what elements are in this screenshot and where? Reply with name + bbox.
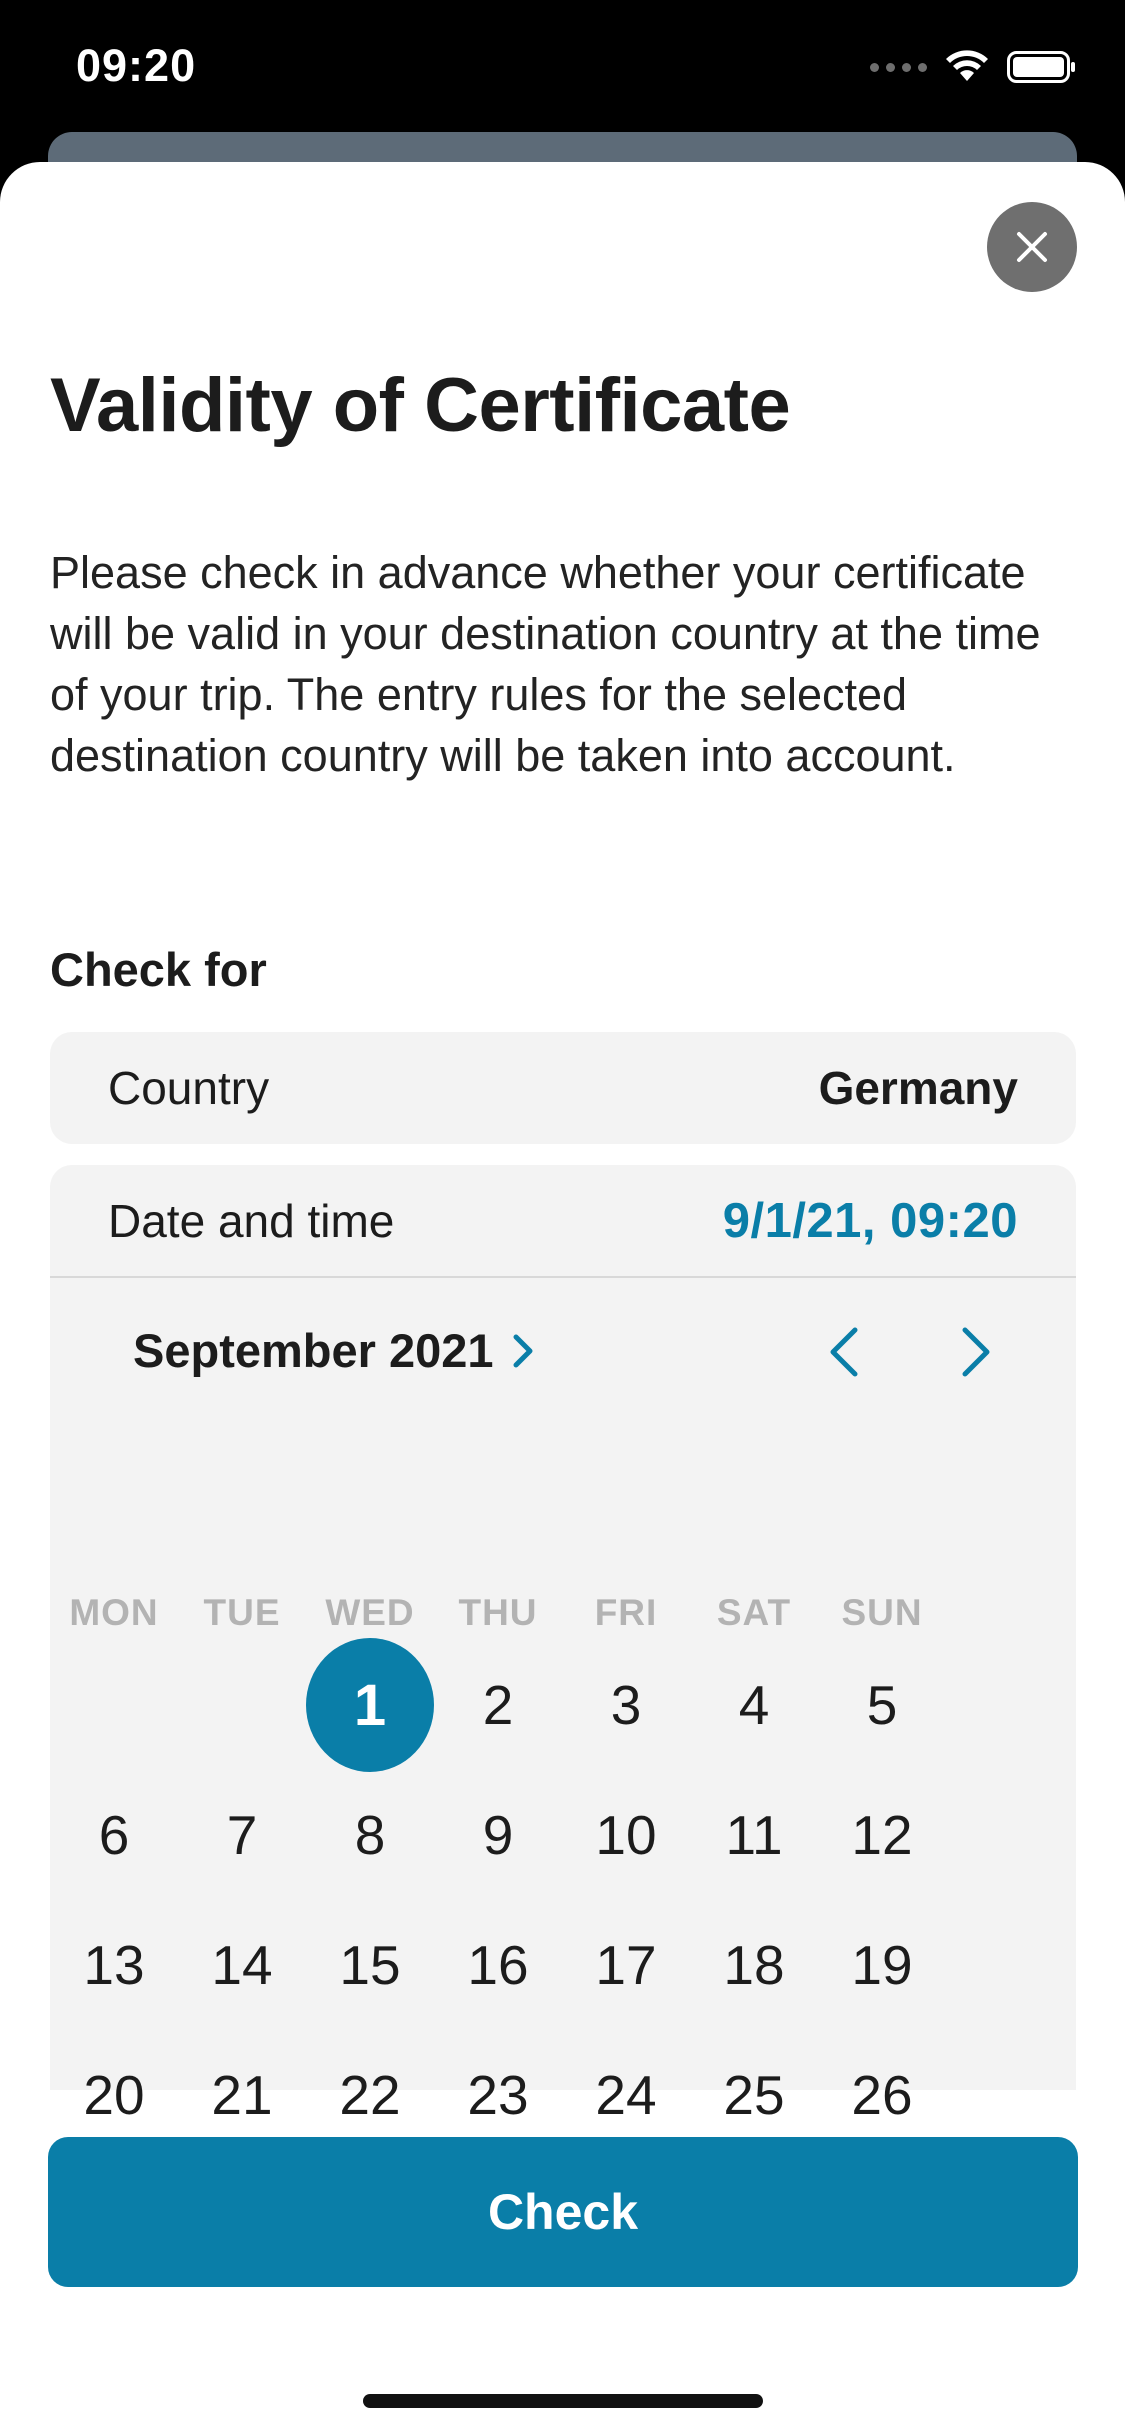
calendar-day[interactable]: 7 (178, 1770, 306, 1900)
calendar-day[interactable]: 12 (818, 1770, 946, 1900)
calendar-day-number: 12 (851, 1804, 913, 1866)
calendar-day-number: 9 (482, 1804, 514, 1866)
screen: 09:20 Validity of Certificate Please che… (0, 0, 1125, 2436)
status-bar: 09:20 (0, 0, 1125, 140)
month-title: September 2021 (133, 1324, 494, 1377)
section-label-check-for: Check for (50, 943, 267, 996)
calendar-day[interactable]: 4 (690, 1640, 818, 1770)
chevron-right-icon (513, 1334, 533, 1367)
calendar-day[interactable]: 13 (50, 1900, 178, 2030)
month-year-picker[interactable]: September 2021 (133, 1323, 534, 1378)
empty-day-cell (178, 1640, 306, 1770)
description-text: Please check in advance whether your cer… (50, 547, 1041, 781)
calendar-day-number: 22 (339, 2064, 401, 2126)
weekday-label: SUN (841, 1592, 923, 1633)
calendar-day[interactable]: 11 (690, 1770, 818, 1900)
calendar-day-number: 3 (610, 1674, 642, 1736)
battery-icon (1007, 51, 1075, 83)
calendar-day[interactable]: 10 (562, 1770, 690, 1900)
signal-dots-icon (870, 62, 927, 72)
close-icon (1017, 232, 1047, 262)
calendar-day-number: 24 (595, 2064, 657, 2126)
calendar-day-number: 20 (83, 2064, 145, 2126)
calendar-day[interactable]: 9 (434, 1770, 562, 1900)
wifi-icon (946, 50, 988, 81)
calendar-day[interactable]: 5 (818, 1640, 946, 1770)
calendar-day[interactable]: 14 (178, 1900, 306, 2030)
home-indicator (363, 2394, 763, 2408)
calendar-day-number: 21 (211, 2064, 273, 2126)
calendar-day-selected[interactable]: 1 (306, 1638, 434, 1772)
close-button[interactable] (987, 202, 1077, 292)
calendar-day[interactable]: 15 (306, 1900, 434, 2030)
date-time-label: Date and time (108, 1194, 395, 1247)
calendar-day[interactable]: 6 (50, 1770, 178, 1900)
date-time-row[interactable]: Date and time 9/1/21, 09:20 (50, 1165, 1076, 1278)
next-month-button[interactable] (946, 1322, 1006, 1382)
calendar-day-number: 2 (482, 1674, 514, 1736)
previous-month-button[interactable] (814, 1322, 874, 1382)
calendar-day-number: 8 (354, 1804, 386, 1866)
calendar-day-number: 1 (306, 1638, 434, 1772)
weekday-header: MON TUE WED THU FRI SAT SUN (50, 1592, 946, 1634)
country-label: Country (108, 1062, 270, 1114)
weekday-label: FRI (594, 1592, 658, 1633)
calendar-day-number: 25 (723, 2064, 785, 2126)
calendar-day[interactable]: 16 (434, 1900, 562, 2030)
calendar-day[interactable]: 3 (562, 1640, 690, 1770)
date-time-value: 9/1/21, 09:20 (722, 1193, 1018, 1248)
chevron-left-icon (830, 1327, 858, 1377)
calendar-day-number: 6 (98, 1804, 130, 1866)
calendar-day-number: 14 (211, 1934, 273, 1996)
calendar-day-number: 16 (467, 1934, 529, 1996)
weekday-label: MON (69, 1592, 159, 1633)
weekday-label: WED (325, 1592, 415, 1633)
calendar-header: September 2021 (50, 1278, 1076, 1408)
calendar-day[interactable]: 2 (434, 1640, 562, 1770)
calendar-day-number: 18 (723, 1934, 785, 1996)
calendar-day-number: 4 (738, 1674, 770, 1736)
weekday-label: SAT (716, 1592, 792, 1633)
status-icons (870, 50, 1077, 84)
calendar-day[interactable]: 8 (306, 1770, 434, 1900)
calendar-day-number: 7 (226, 1804, 258, 1866)
calendar-day-number: 13 (83, 1934, 145, 1996)
country-value: Germany (818, 1062, 1018, 1114)
certificate-validity-sheet: Validity of Certificate Please check in … (0, 162, 1125, 2436)
empty-day-cell (50, 1640, 178, 1770)
page-title: Validity of Certificate (50, 363, 791, 448)
calendar-day-number: 19 (851, 1934, 913, 1996)
weekday-label: TUE (203, 1592, 281, 1633)
calendar-day-number: 10 (595, 1804, 657, 1866)
calendar-day-number: 5 (866, 1674, 898, 1736)
calendar-day[interactable]: 17 (562, 1900, 690, 2030)
calendar-day[interactable]: 19 (818, 1900, 946, 2030)
calendar-day-number: 11 (725, 1804, 783, 1866)
status-time: 09:20 (76, 40, 197, 91)
weekday-label: THU (458, 1592, 538, 1633)
calendar-day-number: 15 (339, 1934, 401, 1996)
calendar-day[interactable]: 18 (690, 1900, 818, 2030)
chevron-right-icon (962, 1327, 990, 1377)
country-selector[interactable]: Country Germany (50, 1032, 1076, 1144)
calendar-day-number: 17 (595, 1934, 657, 1996)
calendar-day-number: 26 (851, 2064, 913, 2126)
check-button[interactable]: Check (48, 2137, 1078, 2287)
calendar-day-number: 23 (467, 2064, 529, 2126)
